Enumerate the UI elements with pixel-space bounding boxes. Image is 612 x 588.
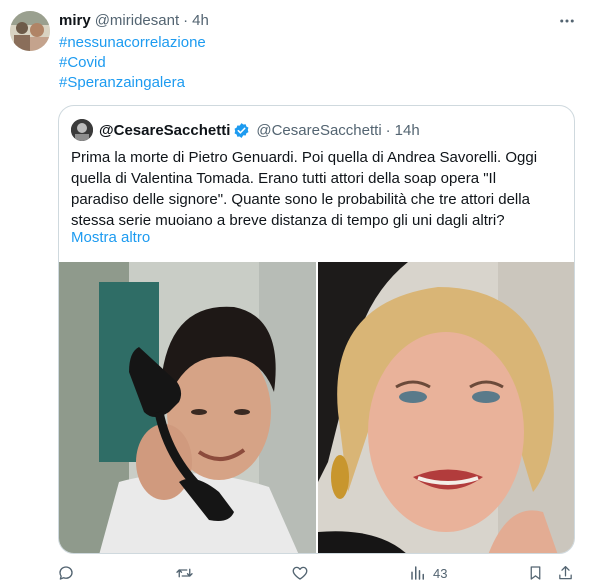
- media-image-right[interactable]: [318, 262, 574, 553]
- tweet-text: #nessunacorrelazione #Covid #Speranzaing…: [59, 33, 206, 93]
- hashtag-link[interactable]: #Covid: [59, 53, 206, 73]
- quoted-tweet-text: Prima la morte di Pietro Genuardi. Poi q…: [71, 147, 567, 231]
- text-line: quella di Valentina Tomada. Erano tutti …: [71, 170, 497, 187]
- tweet[interactable]: miry @miridesant · 4h #nessunacorrelazio…: [0, 0, 612, 588]
- verified-badge-icon: [233, 122, 250, 139]
- hashtag-link[interactable]: #Speranzaingalera: [59, 73, 206, 93]
- media-image-left[interactable]: [59, 262, 316, 553]
- views-button[interactable]: 43: [409, 564, 447, 582]
- text-line: paradiso delle signore". Quante sono le …: [71, 191, 530, 208]
- quoted-display-name[interactable]: @CesareSacchetti: [99, 122, 230, 139]
- hashtag-link[interactable]: #nessunacorrelazione: [59, 33, 206, 53]
- views-icon: [411, 566, 424, 580]
- like-icon: [292, 566, 308, 580]
- avatar[interactable]: [10, 11, 50, 51]
- bookmark-button[interactable]: [527, 564, 544, 582]
- timestamp[interactable]: 4h: [192, 12, 209, 29]
- quoted-tweet-header: @CesareSacchetti @CesareSacchetti · 14h: [71, 119, 420, 141]
- views-count: 43: [433, 565, 448, 581]
- more-icon: [560, 19, 574, 23]
- retweet-button[interactable]: [175, 564, 194, 582]
- more-options-button[interactable]: [556, 10, 578, 32]
- share-icon: [559, 565, 572, 580]
- tweet-header: miry @miridesant · 4h: [59, 12, 209, 30]
- quoted-tweet[interactable]: @CesareSacchetti @CesareSacchetti · 14h …: [58, 105, 575, 554]
- text-line: Prima la morte di Pietro Genuardi. Poi q…: [71, 149, 538, 166]
- media-grid: [59, 262, 574, 553]
- reply-icon: [59, 566, 73, 580]
- display-name[interactable]: miry: [59, 12, 91, 29]
- quoted-timestamp[interactable]: 14h: [395, 122, 420, 139]
- reply-button[interactable]: [57, 564, 75, 582]
- action-bar: 43: [0, 560, 612, 588]
- retweet-icon: [176, 568, 193, 578]
- like-button[interactable]: [291, 564, 309, 582]
- quoted-avatar[interactable]: [71, 119, 93, 141]
- user-handle[interactable]: @miridesant: [95, 12, 179, 29]
- bookmark-icon: [530, 566, 541, 580]
- show-more-link[interactable]: Mostra altro: [71, 227, 150, 248]
- share-button[interactable]: [557, 564, 574, 582]
- separator-dot: ·: [385, 121, 391, 139]
- quoted-handle[interactable]: @CesareSacchetti: [256, 122, 381, 139]
- separator-dot: ·: [183, 12, 189, 29]
